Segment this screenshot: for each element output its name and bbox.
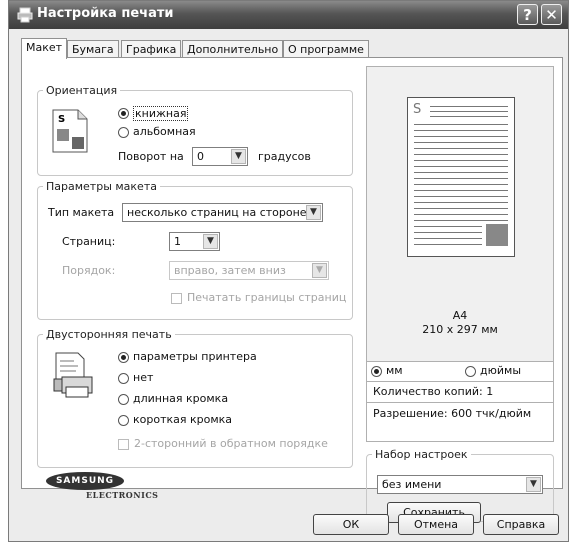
duplex-printer-default-radio[interactable]: [118, 352, 129, 363]
orientation-group: Ориентация S книжная альбомная Поворот н…: [37, 84, 353, 176]
orientation-label: Ориентация: [46, 84, 118, 97]
tab-advanced[interactable]: Дополнительно: [182, 40, 284, 58]
close-button[interactable]: ✕: [541, 4, 562, 25]
help-button[interactable]: ?: [517, 4, 538, 25]
rotate-select[interactable]: 0 ▼: [192, 147, 248, 166]
preview-page: S: [407, 97, 515, 257]
portrait-icon-letter: S: [58, 114, 65, 125]
portrait-radio[interactable]: [118, 108, 129, 119]
cancel-button[interactable]: Отмена: [398, 514, 474, 535]
order-value: вправо, затем вниз: [174, 264, 286, 277]
rotate-label: Поворот на: [118, 150, 184, 163]
tab-graphics[interactable]: Графика: [121, 40, 182, 58]
resolution-text: Разрешение: 600 тчк/дюйм: [373, 407, 532, 420]
chevron-down-icon: ▼: [312, 263, 327, 278]
unit-inch-radio[interactable]: [465, 366, 476, 377]
tab-paper[interactable]: Бумага: [67, 40, 119, 58]
duplex-short-edge-radio[interactable]: [118, 415, 129, 426]
presets-value: без имени: [382, 478, 442, 491]
tab-layout[interactable]: Макет: [21, 38, 68, 59]
duplex-short-edge-label[interactable]: короткая кромка: [133, 413, 232, 426]
duplex-group-label: Двусторонняя печать: [46, 328, 172, 341]
layout-type-label: Тип макета: [48, 206, 115, 219]
duplex-printer-icon: [53, 352, 93, 398]
unit-mm-radio[interactable]: [371, 366, 382, 377]
portrait-page-icon: S: [52, 109, 88, 153]
print-settings-window: Настройка печати ? ✕ Макет Бумага График…: [8, 0, 569, 542]
title-bar: Настройка печати ? ✕: [9, 1, 568, 29]
order-label: Порядок:: [62, 264, 116, 277]
paper-size: 210 x 297 мм: [422, 323, 498, 336]
preview-image-block: [486, 224, 508, 246]
pages-label: Страниц:: [62, 235, 116, 248]
resolution-row: Разрешение: 600 тчк/дюйм: [367, 402, 553, 424]
chevron-down-icon: ▼: [203, 234, 218, 249]
portrait-label[interactable]: книжная: [133, 106, 189, 121]
samsung-logo-brand: SAMSUNG: [46, 472, 124, 490]
copies-row: Количество копий: 1: [367, 381, 553, 403]
presets-group: Набор настроек без имени ▼ Сохранить: [366, 448, 554, 523]
landscape-label[interactable]: альбомная: [133, 125, 196, 138]
tab-panel: Ориентация S книжная альбомная Поворот н…: [21, 57, 563, 523]
chevron-down-icon: ▼: [231, 149, 246, 164]
print-borders-checkbox: [171, 293, 182, 304]
chevron-down-icon: ▼: [306, 205, 321, 220]
layout-group: Параметры макета Тип макета несколько ст…: [37, 180, 353, 320]
layout-group-label: Параметры макета: [46, 180, 157, 193]
duplex-none-radio[interactable]: [118, 373, 129, 384]
rotate-unit-label: градусов: [258, 150, 311, 163]
unit-mm-label[interactable]: мм: [386, 364, 403, 377]
window-title: Настройка печати: [37, 6, 174, 21]
tab-about[interactable]: О программе: [283, 40, 369, 58]
chevron-down-icon: ▼: [526, 477, 541, 492]
pages-value: 1: [174, 235, 181, 248]
order-select: вправо, затем вниз ▼: [169, 261, 329, 280]
presets-group-label: Набор настроек: [375, 448, 468, 461]
printer-icon: [17, 7, 33, 23]
print-borders-label: Печатать границы страниц: [187, 291, 347, 304]
preview-page-letter: S: [413, 102, 422, 117]
reverse-duplex-checkbox: [118, 439, 129, 450]
presets-select[interactable]: без имени ▼: [377, 475, 543, 494]
rotate-value: 0: [197, 150, 204, 163]
layout-type-select[interactable]: несколько страниц на стороне ▼: [122, 203, 323, 222]
unit-inch-label[interactable]: дюймы: [480, 364, 521, 377]
copies-text: Количество копий: 1: [373, 385, 494, 398]
duplex-none-label[interactable]: нет: [133, 371, 153, 384]
help-footer-button[interactable]: Справка: [483, 514, 559, 535]
duplex-long-edge-radio[interactable]: [118, 394, 129, 405]
duplex-group: Двусторонняя печать параметры принтера н…: [37, 328, 353, 468]
pages-select[interactable]: 1 ▼: [169, 232, 220, 251]
landscape-radio[interactable]: [118, 127, 129, 138]
duplex-printer-default-label[interactable]: параметры принтера: [133, 350, 257, 363]
ok-button[interactable]: ОК: [313, 514, 389, 535]
duplex-long-edge-label[interactable]: длинная кромка: [133, 392, 228, 405]
preview-info-box: мм дюймы Количество копий: 1 Разрешение:…: [366, 361, 554, 442]
reverse-duplex-label: 2-сторонний в обратном порядке: [134, 437, 328, 450]
layout-type-value: несколько страниц на стороне: [127, 206, 307, 219]
paper-name: A4: [452, 309, 468, 322]
page-preview: S A4 210 x 297 мм: [366, 66, 554, 388]
samsung-logo-sub: ELECTRONICS: [86, 490, 159, 500]
